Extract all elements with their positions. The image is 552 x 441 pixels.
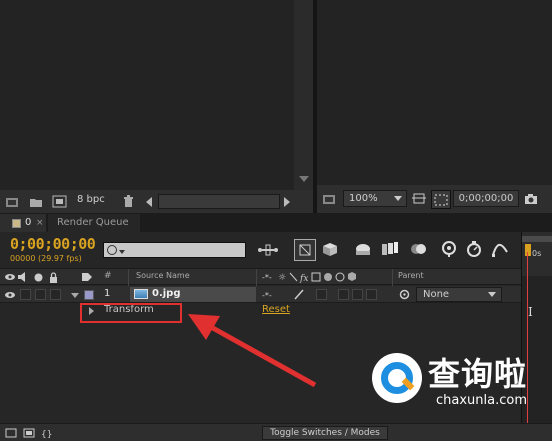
graph-editor-icon[interactable]: [490, 239, 510, 259]
timeline-footer: {} Toggle Switches / Modes: [0, 423, 552, 441]
trash-icon[interactable]: [121, 194, 135, 209]
column-divider: [392, 269, 393, 286]
parent-dropdown[interactable]: None: [416, 287, 502, 302]
live-update-icon[interactable]: [294, 239, 316, 261]
current-time-display[interactable]: 0;00;00;00: [10, 235, 96, 253]
layer-lock-toggle[interactable]: [50, 289, 61, 300]
column-divider: [256, 269, 257, 286]
frame-blending-icon[interactable]: [379, 240, 401, 258]
svg-text:-*-: -*-: [262, 291, 272, 299]
source-name-column-header[interactable]: Source Name: [136, 271, 190, 280]
camera-snapshot-icon[interactable]: [523, 191, 539, 206]
image-file-icon: [134, 289, 148, 299]
expand-in-out-icon[interactable]: {}: [40, 427, 54, 439]
playhead-head-icon: [525, 244, 531, 256]
scroll-left-arrow-icon[interactable]: [144, 195, 154, 208]
label-header-icon: [80, 271, 94, 283]
viewer-footer: 100% 0;00;00;00: [317, 185, 552, 213]
watermark-site-text: chaxunla.com: [436, 393, 527, 408]
viewer-timecode: 0;00;00;00: [458, 193, 514, 204]
number-column-header: #: [104, 271, 112, 281]
hide-shy-layers-icon[interactable]: [352, 240, 374, 258]
current-time-indicator[interactable]: [525, 232, 531, 276]
comp-mini-flowchart-icon[interactable]: [256, 241, 280, 259]
effects-switch[interactable]: [316, 289, 327, 300]
chevron-down-icon: [394, 196, 402, 201]
tab-composition-label: 0: [25, 217, 32, 228]
auto-keyframe-icon[interactable]: [464, 239, 484, 259]
motion-blur-switch[interactable]: [352, 289, 363, 300]
frame-blend-switch[interactable]: [338, 289, 349, 300]
parent-value: None: [423, 289, 450, 300]
new-folder-icon[interactable]: [28, 194, 44, 209]
tab-close-icon[interactable]: ×: [36, 218, 44, 228]
region-of-interest-icon[interactable]: [431, 190, 451, 209]
parent-column-header: Parent: [398, 271, 424, 280]
shy-switch-icon[interactable]: -*-: [262, 289, 276, 300]
project-scrollbar-v[interactable]: [294, 0, 313, 190]
layer-audio-toggle[interactable]: [20, 289, 31, 300]
viewer-timecode-field[interactable]: 0;00;00;00: [453, 190, 519, 207]
draft-3d-icon[interactable]: [320, 240, 340, 258]
always-preview-icon[interactable]: [321, 192, 337, 206]
scroll-down-arrow-icon[interactable]: [299, 176, 309, 182]
zoom-value: 100%: [349, 193, 378, 204]
motion-blur-icon[interactable]: [408, 240, 430, 258]
annotation-highlight-box: [80, 303, 182, 323]
annotation-arrow: [188, 314, 317, 388]
ruler-start-label: 0s: [532, 249, 542, 258]
composition-viewer: 100% 0;00;00;00: [317, 0, 552, 213]
lock-header-icon: [48, 271, 58, 283]
svg-text:-*-: -*-: [262, 273, 272, 282]
brainstorm-icon[interactable]: [438, 239, 460, 259]
composition-tab-icon: [12, 219, 21, 228]
quality-switch-icon[interactable]: [292, 289, 306, 300]
tab-composition-0[interactable]: 0 ×: [0, 214, 46, 232]
project-panel: 8 bpc: [0, 0, 313, 213]
audio-header-icon: [17, 271, 29, 283]
parent-pick-whip-icon[interactable]: [398, 289, 410, 300]
svg-text:fx: fx: [299, 274, 308, 284]
toggle-switches-modes-label: Toggle Switches / Modes: [270, 428, 380, 438]
interpret-footage-icon[interactable]: [4, 194, 20, 209]
layer-row[interactable]: 1 0.jpg -*- None: [0, 286, 521, 303]
expand-transfer-controls-icon[interactable]: [22, 427, 36, 439]
adjustment-layer-switch[interactable]: [366, 289, 377, 300]
layer-column-header: # Source Name -*- ☼ fx Parent: [0, 268, 521, 286]
toggle-switches-modes-button[interactable]: Toggle Switches / Modes: [262, 426, 388, 440]
layer-label-color-swatch[interactable]: [84, 290, 94, 300]
layer-name-field[interactable]: 0.jpg: [130, 287, 256, 302]
expand-layer-triangle-icon[interactable]: [70, 290, 80, 300]
watermark-logo-icon: [372, 353, 422, 403]
tab-render-queue-label: Render Queue: [57, 217, 129, 228]
switches-header-icons: -*- ☼ fx: [260, 270, 378, 284]
video-eye-header-icon: [4, 271, 16, 283]
zoom-dropdown[interactable]: 100%: [343, 190, 407, 207]
svg-text:☼: ☼: [278, 273, 286, 283]
project-panel-footer: 8 bpc: [0, 190, 313, 213]
text-cursor-icon: I: [528, 305, 533, 319]
layer-number: 1: [104, 288, 111, 299]
layer-visibility-eye-icon[interactable]: [4, 289, 16, 300]
frame-info: 00000 (29.97 fps): [10, 254, 82, 263]
tab-bar: 0 × Render Queue: [0, 213, 552, 232]
comp-flowchart-footer-icon[interactable]: [4, 427, 18, 439]
layer-search-input[interactable]: [103, 242, 246, 258]
watermark: 查询啦 chaxunla.com: [366, 349, 552, 421]
chevron-down-icon: [488, 292, 496, 297]
layer-name: 0.jpg: [152, 288, 181, 299]
tab-render-queue[interactable]: Render Queue: [48, 214, 140, 232]
search-icon: [107, 245, 117, 255]
new-composition-icon[interactable]: [51, 194, 67, 209]
layer-solo-toggle[interactable]: [35, 289, 46, 300]
bit-depth-button[interactable]: 8 bpc: [77, 194, 105, 205]
solo-header-icon: [33, 272, 43, 282]
search-dropdown-arrow-icon: [119, 250, 125, 254]
watermark-chinese-text: 查询啦: [428, 355, 528, 393]
project-scrollbar-h[interactable]: [158, 194, 280, 209]
svg-text:{}: {}: [41, 430, 52, 438]
column-divider: [128, 269, 129, 286]
grid-guides-icon[interactable]: [411, 191, 427, 206]
scroll-right-arrow-icon[interactable]: [282, 195, 292, 208]
